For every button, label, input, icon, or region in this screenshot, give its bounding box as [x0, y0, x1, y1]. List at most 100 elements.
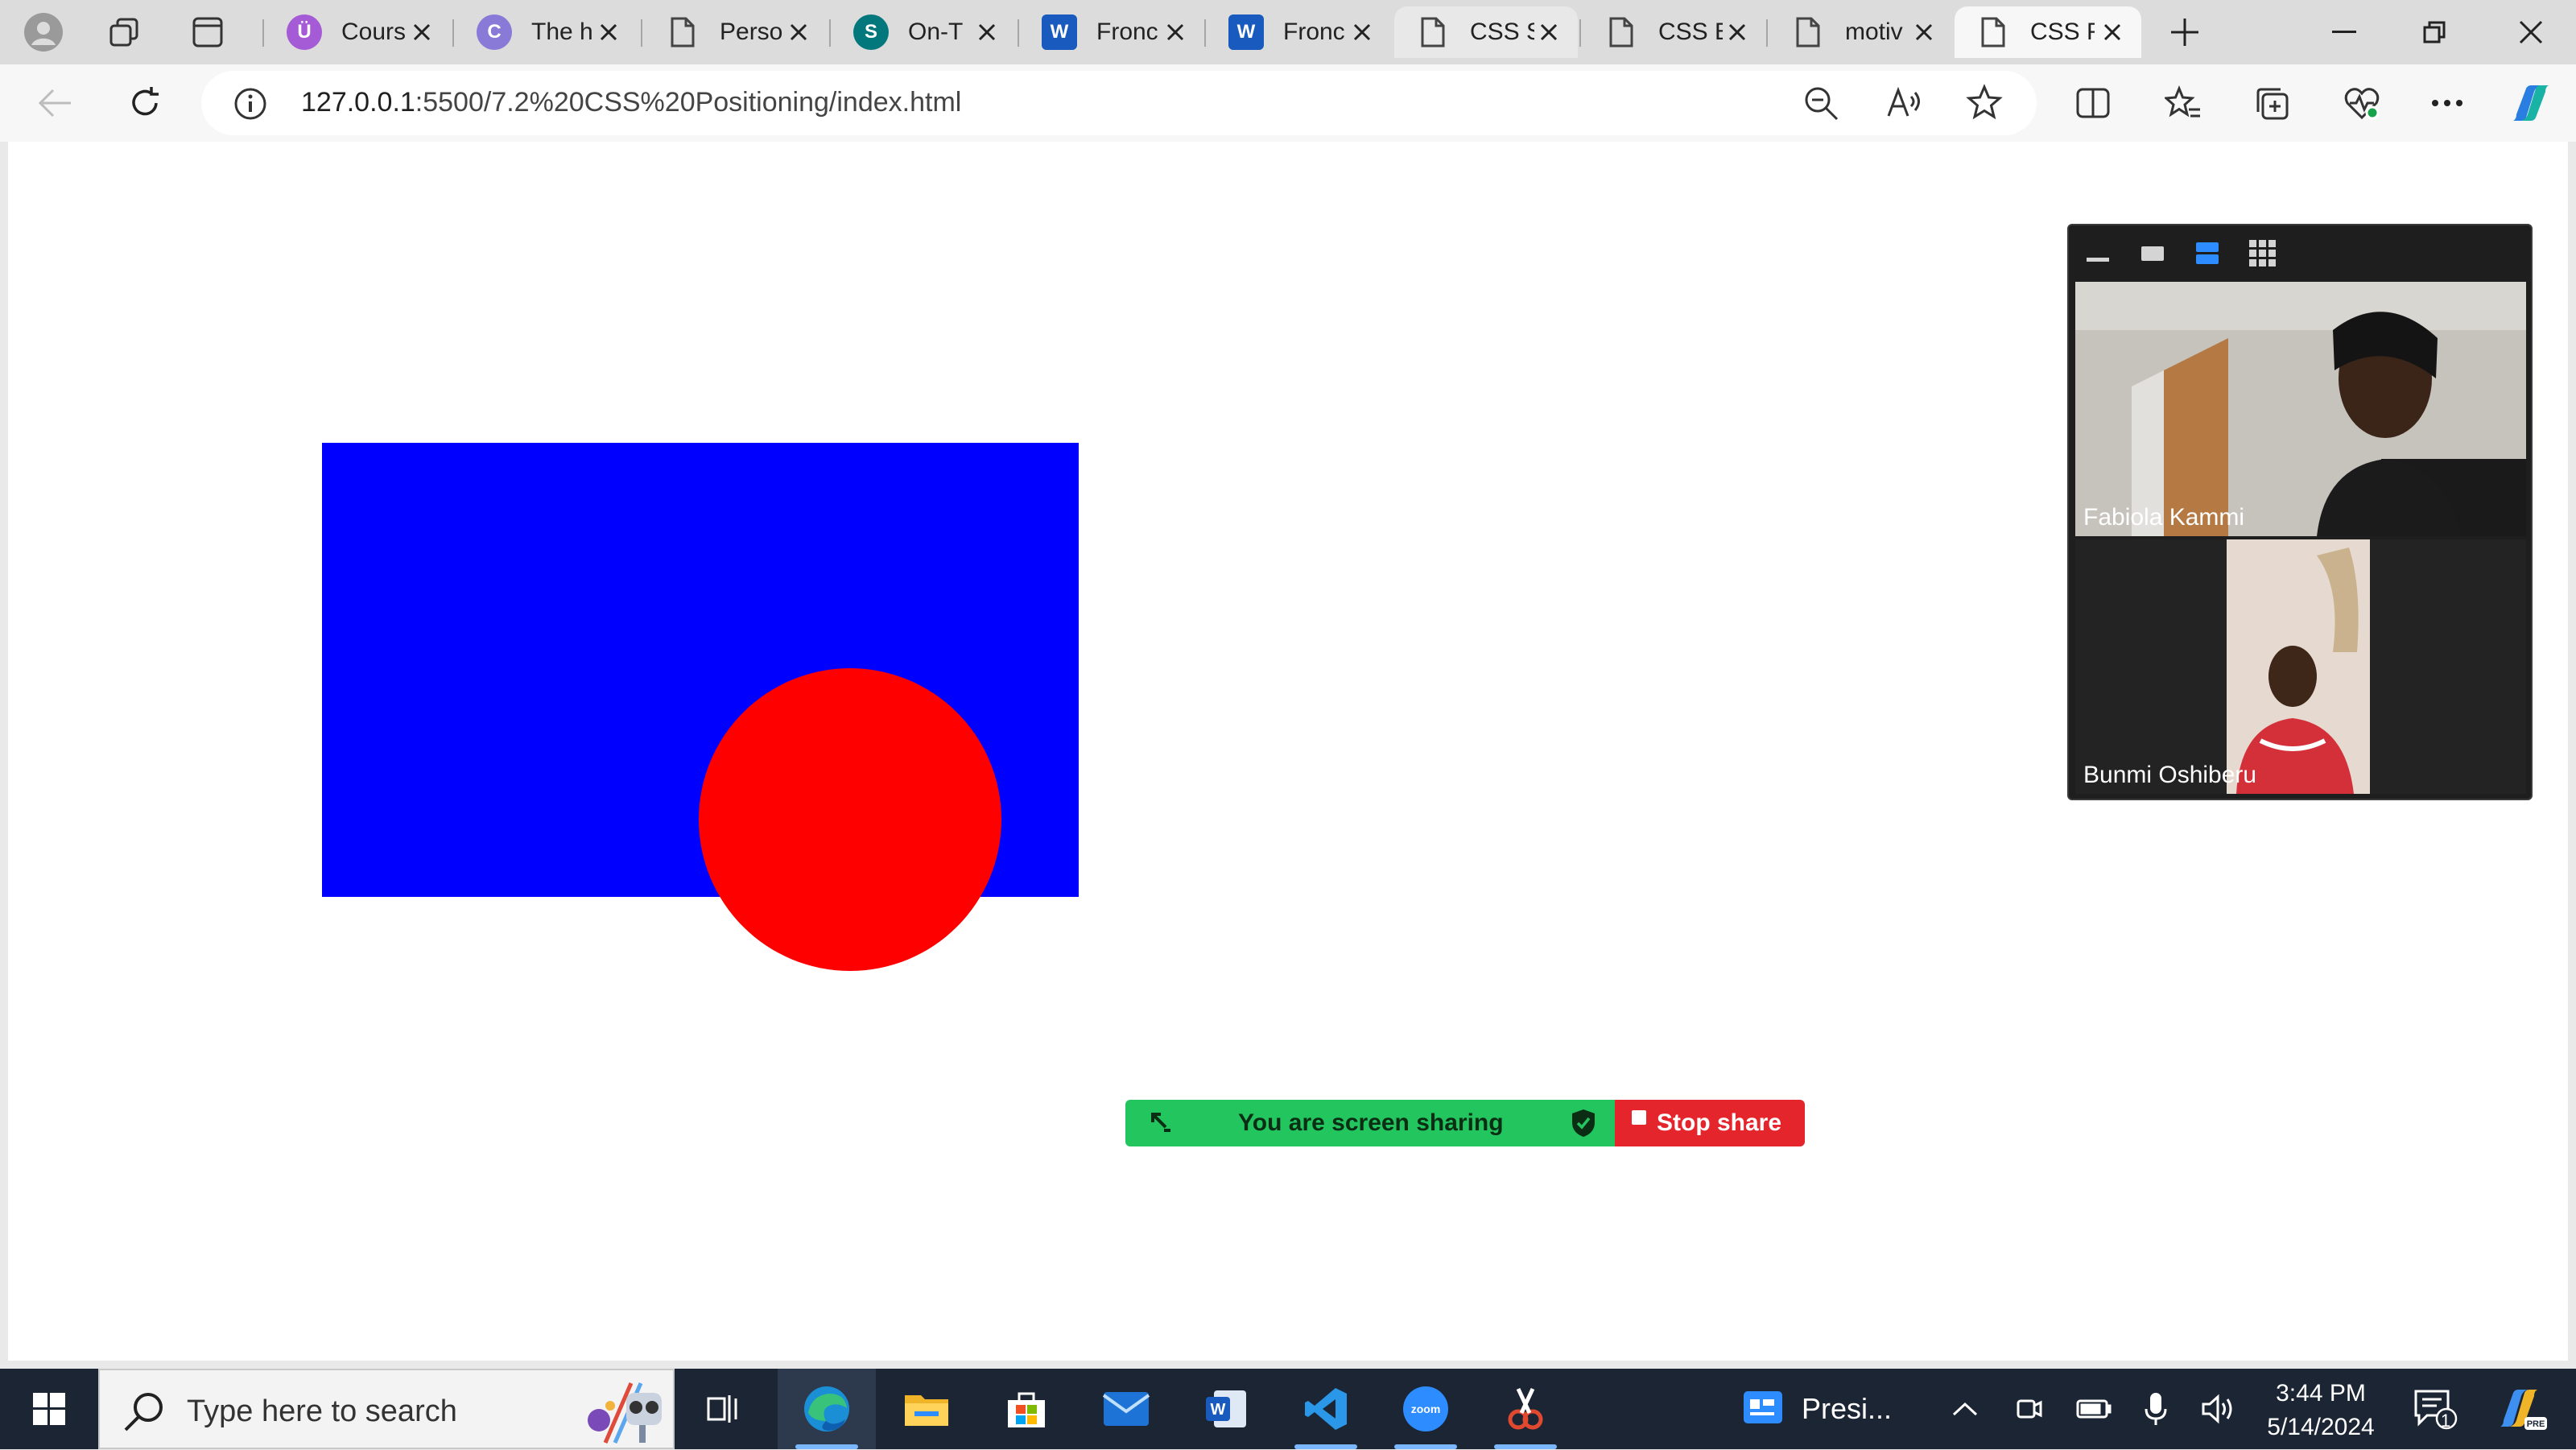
svg-text:PRE: PRE: [2527, 1419, 2545, 1429]
minimize-icon[interactable]: [2299, 0, 2389, 64]
back-arrow-icon[interactable]: [29, 77, 80, 129]
profile-icon[interactable]: [18, 6, 69, 58]
copilot-preview-icon[interactable]: PRE: [2486, 1369, 2558, 1449]
vertical-tabs-icon[interactable]: [182, 6, 233, 58]
more-options-icon[interactable]: [2421, 77, 2473, 129]
document-icon: [1415, 14, 1451, 50]
copilot-icon[interactable]: [2505, 77, 2557, 129]
word-taskbar-icon[interactable]: W: [1177, 1369, 1275, 1449]
zoom-app-icon[interactable]: zoom: [1377, 1369, 1475, 1449]
workspaces-icon[interactable]: [98, 6, 150, 58]
close-icon[interactable]: [592, 16, 625, 48]
close-icon[interactable]: [1346, 16, 1378, 48]
split-screen-icon[interactable]: [2067, 77, 2119, 129]
svg-text:zoom: zoom: [1411, 1402, 1441, 1415]
url-text[interactable]: 127.0.0.1:5500/7.2%20CSS%20Positioning/i…: [301, 87, 961, 118]
close-icon[interactable]: [971, 16, 1003, 48]
tab-separator: [452, 19, 454, 47]
close-icon[interactable]: [1159, 16, 1191, 48]
close-icon[interactable]: [2096, 16, 2128, 48]
document-icon: [1790, 14, 1826, 50]
tab-3[interactable]: S On-T: [832, 6, 1016, 58]
tab-8[interactable]: motiv: [1769, 6, 1953, 58]
microsoft-store-icon[interactable]: [977, 1369, 1075, 1449]
tab-6[interactable]: CSS S: [1394, 6, 1578, 58]
clock-time: 3:44 PM: [2276, 1380, 2366, 1407]
notifications-icon[interactable]: 1: [2407, 1369, 2463, 1449]
presentation-window-button[interactable]: Presi...: [1742, 1369, 1903, 1449]
refresh-icon[interactable]: [119, 77, 171, 129]
tab-title: On-T: [908, 19, 964, 45]
taskbar-clock[interactable]: 3:44 PM 5/14/2024: [2244, 1377, 2397, 1444]
stop-share-label: Stop share: [1657, 1109, 1782, 1136]
favorite-star-icon[interactable]: [1966, 84, 2003, 125]
show-hidden-icons-chevron-icon[interactable]: [1945, 1369, 1985, 1449]
restore-icon[interactable]: [2389, 0, 2479, 64]
tab-title: Fronc: [1283, 19, 1345, 45]
tab-9-active[interactable]: CSS F: [1955, 6, 2141, 58]
tab-separator: [1204, 19, 1206, 47]
tab-separator: [1579, 19, 1581, 47]
close-icon[interactable]: [1721, 16, 1753, 48]
window-label: Presi...: [1802, 1392, 1893, 1425]
screen-share-banner: You are screen sharing Stop share: [1125, 1100, 1805, 1146]
tab-title: Fronc: [1096, 19, 1158, 45]
volume-icon[interactable]: [2198, 1369, 2241, 1449]
battery-icon[interactable]: [2072, 1369, 2116, 1449]
tab-separator: [262, 19, 264, 47]
svg-text:W: W: [1211, 1401, 1226, 1419]
close-icon[interactable]: [1908, 16, 1940, 48]
address-bar[interactable]: 127.0.0.1:5500/7.2%20CSS%20Positioning/i…: [201, 71, 2037, 135]
microphone-icon[interactable]: [2138, 1369, 2174, 1449]
new-tab-plus-icon[interactable]: [2159, 6, 2211, 58]
tab-2[interactable]: Perso: [644, 6, 828, 58]
edge-taskbar-icon[interactable]: [778, 1369, 876, 1449]
vscode-icon[interactable]: [1277, 1369, 1375, 1449]
search-placeholder: Type here to search: [187, 1394, 457, 1428]
close-icon[interactable]: [782, 16, 815, 48]
c-logo-icon: C: [477, 14, 512, 50]
close-icon[interactable]: [406, 16, 438, 48]
participant-name: Bunmi Oshiberu: [2083, 762, 2257, 788]
url-path: :5500/7.2%20CSS%20Positioning/index.html: [415, 87, 962, 118]
mail-icon[interactable]: [1077, 1369, 1175, 1449]
tab-7[interactable]: CSS E: [1583, 6, 1766, 58]
tab-4[interactable]: W Fronc: [1021, 6, 1204, 58]
tab-1[interactable]: C The h: [456, 6, 638, 58]
participant-name: Fabiola Kammi: [2083, 504, 2245, 531]
active-speaker-view-icon[interactable]: [2136, 237, 2169, 269]
zoom-video-panel[interactable]: Fabiola Kammi Bunmi Oshiberu: [2067, 224, 2533, 800]
task-view-icon[interactable]: [675, 1369, 773, 1449]
window-close-icon[interactable]: [2486, 0, 2576, 64]
share-status-area[interactable]: You are screen sharing: [1125, 1100, 1615, 1146]
collections-icon[interactable]: [2246, 77, 2297, 129]
read-aloud-icon[interactable]: [1885, 85, 1922, 125]
site-info-icon[interactable]: [233, 87, 267, 125]
tab-separator: [1018, 19, 1019, 47]
stop-share-button[interactable]: Stop share: [1615, 1100, 1805, 1146]
file-explorer-icon[interactable]: [877, 1369, 976, 1449]
tab-0[interactable]: Ü Cours: [266, 6, 451, 58]
participant-tile[interactable]: Bunmi Oshiberu: [2075, 539, 2526, 794]
tab-title: Perso: [720, 19, 783, 45]
tab-title: motiv: [1845, 19, 1903, 45]
tab-separator: [829, 19, 831, 47]
meet-now-icon[interactable]: [2009, 1369, 2050, 1449]
zoom-out-icon[interactable]: [1803, 85, 1839, 125]
close-icon[interactable]: [1533, 16, 1565, 48]
running-indicator: [1294, 1444, 1357, 1449]
gallery-view-icon[interactable]: [2246, 237, 2278, 269]
red-circle: [699, 668, 1001, 971]
share-arrow-icon[interactable]: [1148, 1109, 1174, 1139]
windows-start-icon[interactable]: [0, 1369, 98, 1449]
hide-video-icon[interactable]: [2082, 237, 2114, 269]
tab-5[interactable]: W Fronc: [1208, 6, 1391, 58]
participant-video-bunmi: [2075, 539, 2526, 794]
browser-essentials-icon[interactable]: [2336, 77, 2388, 129]
favorites-icon[interactable]: [2157, 77, 2209, 129]
search-highlight-icon[interactable]: [583, 1375, 671, 1450]
taskbar-search-box[interactable]: Type here to search: [98, 1369, 675, 1449]
snipping-tool-icon[interactable]: [1476, 1369, 1575, 1449]
stacked-view-icon[interactable]: [2191, 237, 2223, 269]
participant-tile[interactable]: Fabiola Kammi: [2075, 282, 2526, 536]
